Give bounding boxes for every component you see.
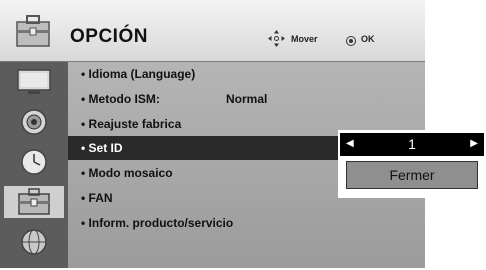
category-sidebar bbox=[0, 62, 68, 268]
mover-hint: Mover bbox=[291, 34, 318, 44]
close-button[interactable]: Fermer bbox=[346, 161, 478, 189]
menu-item-label: • Idioma (Language) bbox=[81, 67, 196, 81]
menu-item-label: • FAN bbox=[81, 191, 113, 205]
sidebar-item-audio[interactable] bbox=[4, 106, 64, 138]
toolbox-icon bbox=[18, 188, 50, 215]
menu-header: OPCIÓN Mover OK bbox=[0, 0, 425, 62]
menu-item-label: • Inform. producto/servicio bbox=[81, 216, 234, 230]
menu-item-label: • Metodo ISM: bbox=[81, 92, 160, 106]
set-id-popup: ◀ 1 ▶ Fermer bbox=[338, 130, 486, 198]
menu-item-value: Normal bbox=[226, 92, 268, 106]
globe-icon bbox=[21, 229, 47, 255]
sidebar-item-time[interactable] bbox=[4, 146, 64, 178]
set-id-stepper[interactable]: ◀ 1 ▶ bbox=[340, 133, 484, 156]
sidebar-item-network[interactable] bbox=[4, 226, 64, 258]
speaker-icon bbox=[21, 109, 47, 135]
menu-item-label: • Modo mosaico bbox=[81, 166, 173, 180]
page-title: OPCIÓN bbox=[70, 26, 148, 47]
ok-hint: OK bbox=[361, 34, 375, 44]
menu-item-label: • Set ID bbox=[81, 141, 123, 155]
move-arrows-icon bbox=[268, 30, 285, 47]
menu-item-ism-method[interactable]: • Metodo ISM: Normal bbox=[68, 87, 425, 111]
sidebar-item-picture[interactable] bbox=[4, 66, 64, 98]
ok-icon bbox=[346, 36, 356, 46]
tv-icon bbox=[17, 69, 51, 94]
menu-item-label: • Reajuste fabrica bbox=[81, 117, 182, 131]
menu-item-language[interactable]: • Idioma (Language) bbox=[68, 62, 425, 86]
clock-icon bbox=[21, 149, 47, 175]
arrow-right-icon[interactable]: ▶ bbox=[470, 138, 478, 149]
set-id-value: 1 bbox=[408, 136, 416, 152]
sidebar-item-option[interactable] bbox=[4, 186, 64, 218]
menu-item-product-info[interactable]: • Inform. producto/servicio bbox=[68, 211, 425, 235]
toolbox-icon bbox=[16, 15, 50, 47]
